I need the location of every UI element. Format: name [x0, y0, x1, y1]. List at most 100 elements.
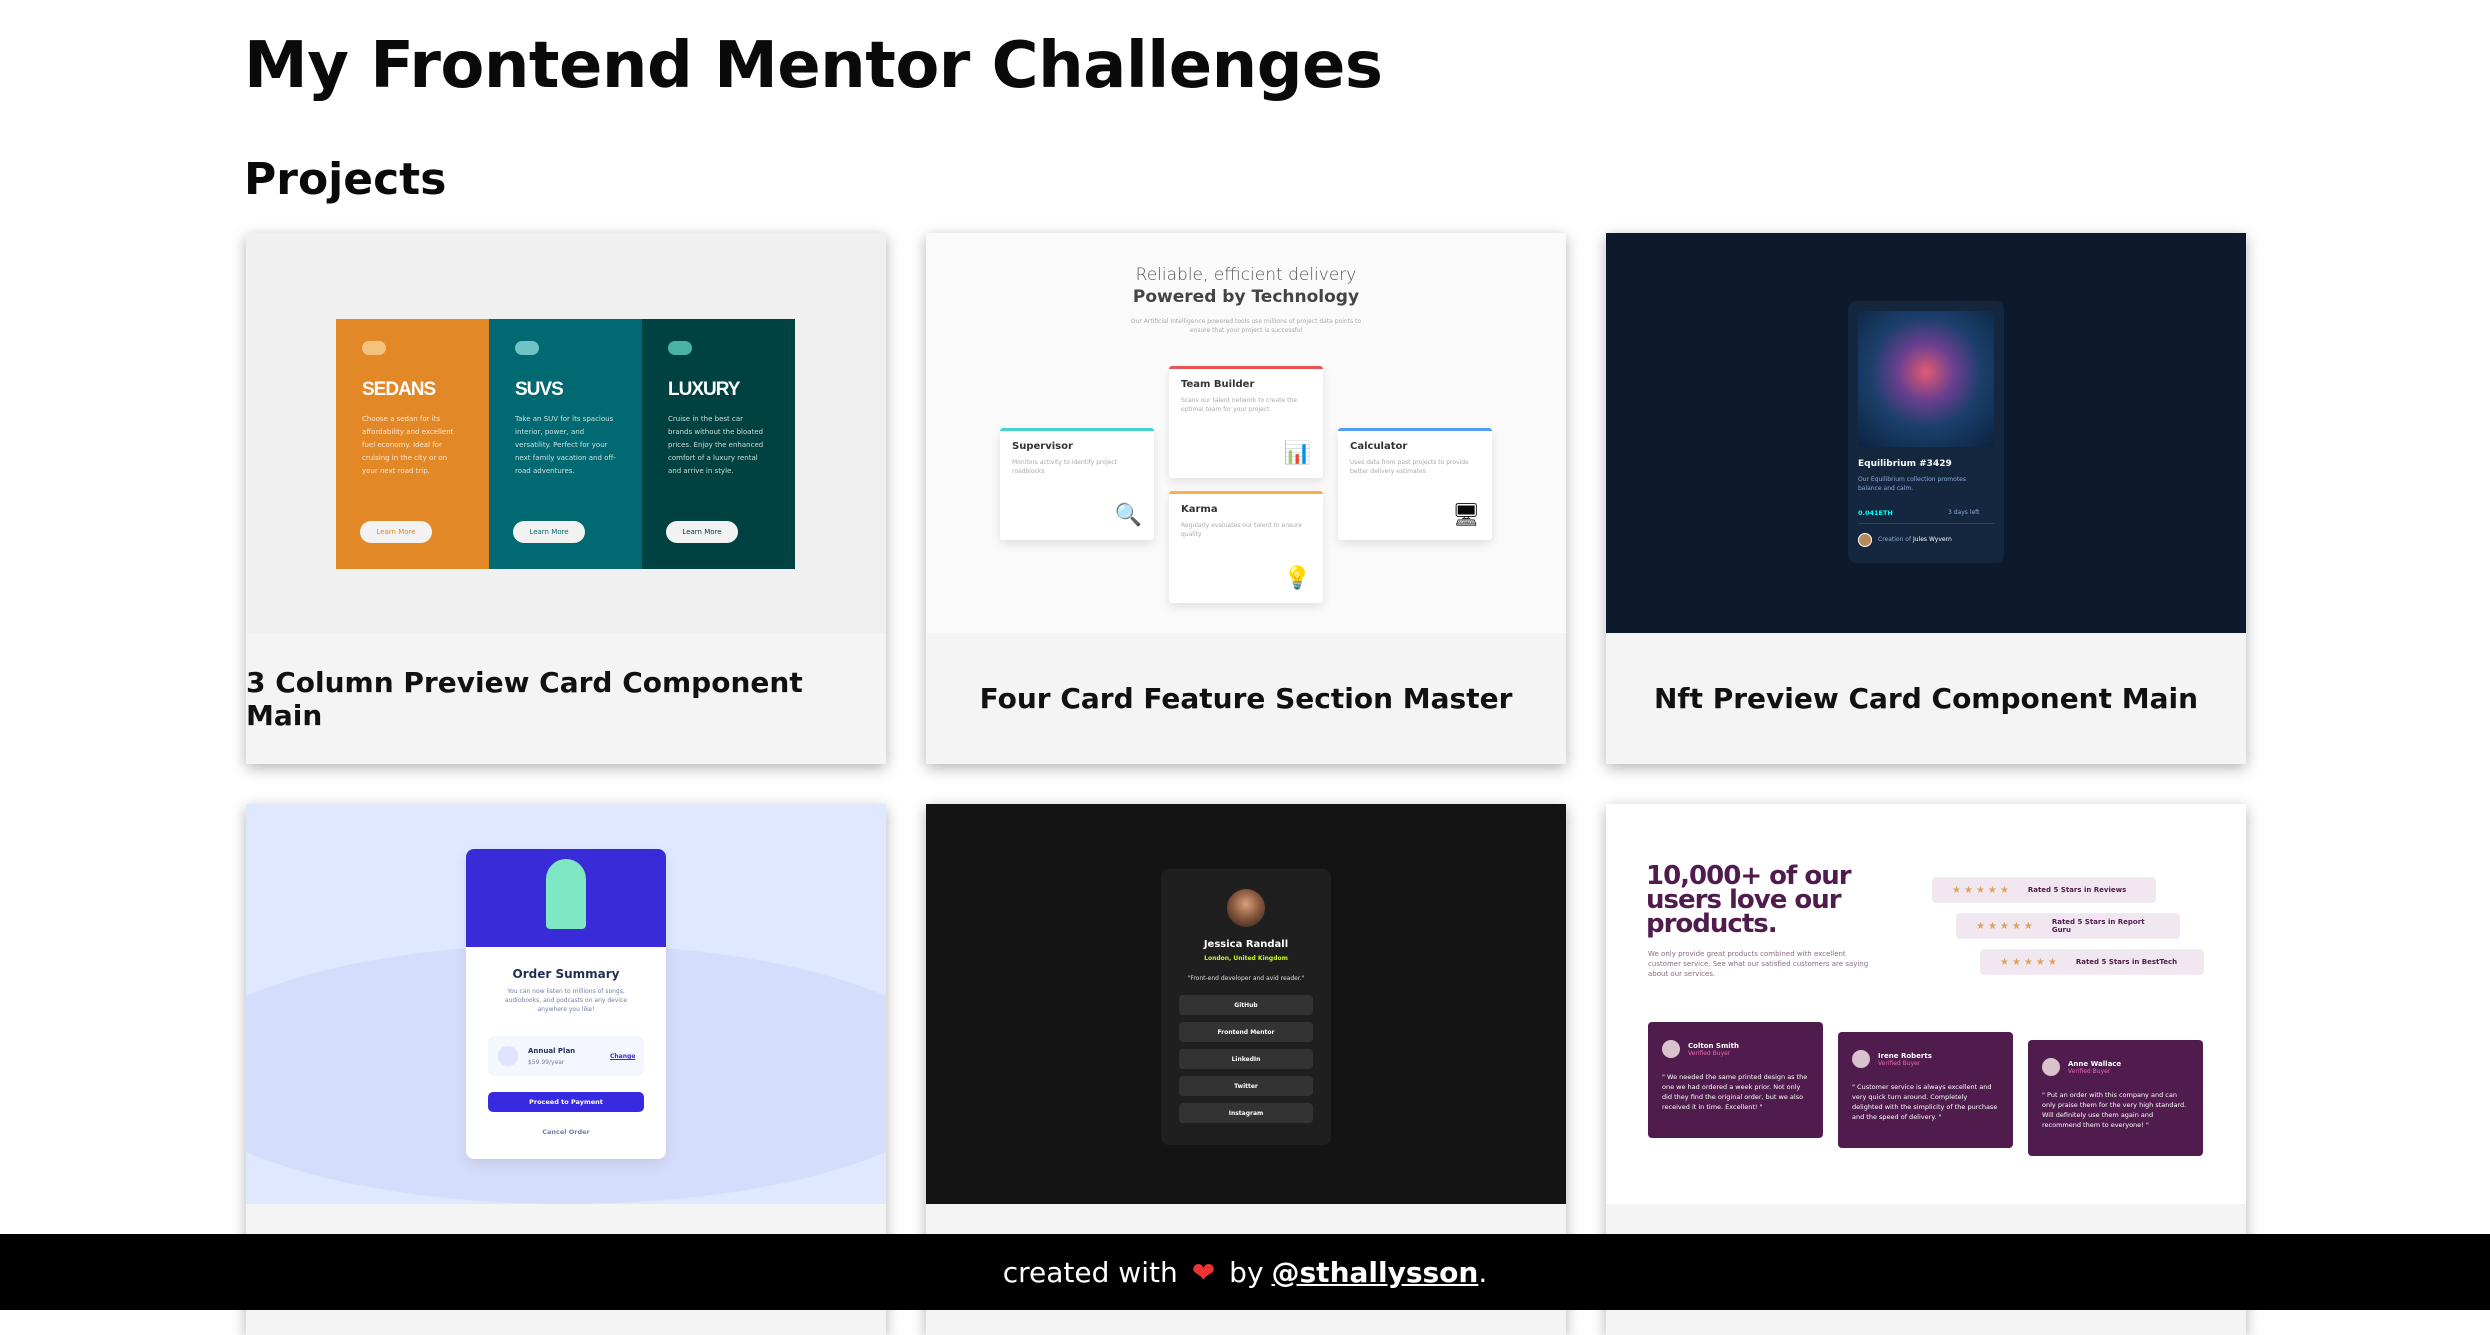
social-link-button: LinkedIn [1179, 1049, 1313, 1069]
nft-image [1858, 311, 1994, 447]
feature-card-supervisor: Supervisor Monitors activity to identify… [1000, 428, 1154, 540]
profile-bio: "Front-end developer and avid reader." [1187, 975, 1305, 982]
project-title[interactable]: 3 Column Preview Card Component Main [246, 633, 886, 764]
suvs-column: SUVS Take an SUV for its spacious interi… [489, 319, 642, 569]
social-link-button: Twitter [1179, 1076, 1313, 1096]
rating-text: Rated 5 Stars in BestTech [2075, 958, 2178, 966]
creator-line: Creation of Jules Wyvern [1878, 536, 1952, 543]
project-preview-image: Order Summary You can now listen to mill… [246, 804, 886, 1204]
nft-time: 3 days left [1948, 509, 1980, 516]
project-card-3-column[interactable]: SEDANS Choose a sedan for its affordabil… [246, 233, 886, 764]
footer-prefix: created with [1002, 1255, 1178, 1289]
feature-text: Scans our talent network to create the o… [1181, 397, 1297, 413]
preview-line1: Reliable, efficient delivery [1135, 265, 1357, 285]
project-preview-image: Jessica Randall London, United Kingdom "… [926, 804, 1566, 1204]
preview-line2: Powered by Technology [1132, 287, 1360, 307]
feature-name: Karma [1181, 504, 1218, 515]
avatar [1662, 1040, 1680, 1058]
footer-suffix: . [1478, 1255, 1488, 1289]
project-title[interactable]: Four Card Feature Section Master [926, 633, 1566, 764]
avatar [1852, 1050, 1870, 1068]
footer-by: by [1229, 1255, 1264, 1289]
nft-desc: Our Equilibrium collection promotes bala… [1858, 476, 1966, 492]
stars-icon: ★★★★★ [1976, 920, 2036, 932]
testimonial-quote: " Put an order with this company and can… [2042, 1091, 2187, 1129]
car-icon [362, 341, 386, 355]
dancer-figure [546, 859, 586, 929]
testimonial-name: Colton Smith [1688, 1041, 1739, 1050]
feature-text: Monitors activity to identify project ro… [1012, 459, 1118, 475]
testimonial-card: Irene Roberts Verified Buyer " Customer … [1838, 1032, 2013, 1148]
testimonial-quote: " Customer service is always excellent a… [1852, 1083, 1998, 1121]
lightbulb-icon: 💡 [1283, 566, 1311, 591]
plan-box: Annual Plan $59.99/year Change [488, 1036, 644, 1076]
monitor-icon: 🖥 [1452, 503, 1480, 528]
nft-card: Equilibrium #3429 Our Equilibrium collec… [1848, 301, 2004, 563]
feature-text: Regularly evaluates our talent to ensure… [1181, 522, 1302, 538]
social-link-button: GitHub [1179, 995, 1313, 1015]
order-card: Order Summary You can now listen to mill… [466, 849, 666, 1159]
rating-text: Rated 5 Stars in Reviews [2027, 886, 2127, 894]
feature-name: Supervisor [1012, 441, 1073, 452]
profile-location: London, United Kingdom [1204, 955, 1288, 962]
creator-prefix: Creation of [1878, 536, 1912, 543]
project-preview-image: Reliable, efficient delivery Powered by … [926, 233, 1566, 633]
rating-text: Rated 5 Stars in Report Guru [2051, 918, 2145, 934]
learn-more-button: Learn More [360, 521, 432, 543]
hero-illustration [466, 849, 666, 947]
divider [1858, 523, 1994, 524]
project-card-four-card-feature[interactable]: Reliable, efficient delivery Powered by … [926, 233, 1566, 764]
footer: created with ❤ by @sthallysson. [0, 1234, 2490, 1310]
rating-row: ★★★★★ Rated 5 Stars in Reviews [1932, 877, 2156, 903]
car-icon [668, 341, 692, 355]
profile-name: Jessica Randall [1203, 939, 1289, 950]
sedans-column: SEDANS Choose a sedan for its affordabil… [336, 319, 489, 569]
order-heading: Order Summary [512, 967, 620, 981]
pay-button: Proceed to Payment [488, 1092, 644, 1112]
social-link-button: Frontend Mentor [1179, 1022, 1313, 1042]
change-link: Change [610, 1053, 636, 1060]
column-text: Take an SUV for its spacious interior, p… [515, 415, 616, 475]
creator-avatar [1858, 533, 1872, 547]
column-title: SEDANS [362, 379, 436, 400]
testimonial-name: Irene Roberts [1878, 1051, 1932, 1060]
testimonial-card: Anne Wallace Verified Buyer " Put an ord… [2028, 1040, 2203, 1156]
verified-badge: Verified Buyer [1688, 1049, 1731, 1057]
chart-icon: 📊 [1283, 441, 1311, 466]
column-title: SUVS [515, 379, 564, 400]
rating-row: ★★★★★ Rated 5 Stars in BestTech [1980, 949, 2204, 975]
feature-name: Team Builder [1181, 379, 1255, 390]
project-preview-image: Equilibrium #3429 Our Equilibrium collec… [1606, 233, 2246, 633]
verified-badge: Verified Buyer [2068, 1067, 2111, 1075]
author-link[interactable]: @sthallysson [1272, 1256, 1479, 1289]
car-icon [515, 341, 539, 355]
music-icon [498, 1046, 518, 1066]
plan-price: $59.99/year [528, 1059, 565, 1066]
project-preview-image: 10,000+ of our users love our products. … [1606, 804, 2246, 1204]
verified-badge: Verified Buyer [1878, 1059, 1921, 1067]
projects-heading: Projects [244, 154, 447, 205]
column-title: LUXURY [668, 379, 740, 400]
feature-text: Uses data from past projects to provide … [1350, 459, 1469, 475]
nft-price: 0.041ETH [1858, 509, 1893, 517]
feature-card-team-builder: Team Builder Scans our talent network to… [1169, 366, 1323, 478]
feature-card-calculator: Calculator Uses data from past projects … [1338, 428, 1492, 540]
page-title: My Frontend Mentor Challenges [244, 29, 1383, 103]
luxury-column: LUXURY Cruise in the best car brands wit… [642, 319, 795, 569]
creator-name: Jules Wyvern [1913, 536, 1952, 543]
learn-more-button: Learn More [513, 521, 585, 543]
footer-author-wrap: @sthallysson. [1272, 1256, 1488, 1289]
feature-name: Calculator [1350, 441, 1408, 452]
social-link-button: Instagram [1179, 1103, 1313, 1123]
avatar [2042, 1058, 2060, 1076]
profile-card: Jessica Randall London, United Kingdom "… [1161, 869, 1331, 1145]
testimonial-name: Anne Wallace [2068, 1059, 2122, 1068]
project-title[interactable]: Nft Preview Card Component Main [1606, 633, 2246, 764]
stars-icon: ★★★★★ [2000, 956, 2060, 968]
magnifier-icon: 🔍 [1114, 503, 1142, 528]
testimonial-quote: " We needed the same printed design as t… [1662, 1073, 1808, 1111]
stars-icon: ★★★★★ [1952, 884, 2012, 896]
project-card-nft-preview[interactable]: Equilibrium #3429 Our Equilibrium collec… [1606, 233, 2246, 764]
heart-icon: ❤ [1191, 1255, 1216, 1289]
order-text: You can now listen to millions of songs,… [504, 988, 628, 1013]
